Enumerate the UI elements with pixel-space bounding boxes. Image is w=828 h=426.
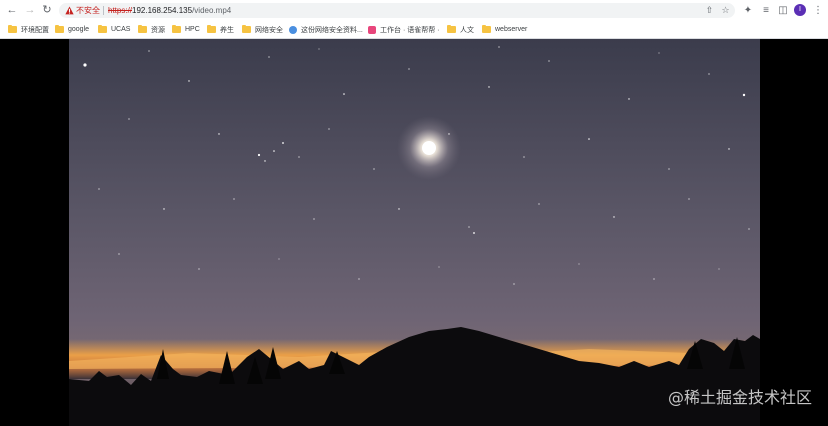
- bookmark-item[interactable]: 这份网络安全资料...: [289, 24, 363, 35]
- profile-avatar[interactable]: I: [794, 4, 806, 16]
- video-player[interactable]: [69, 39, 760, 426]
- bookmark-label: 环境配置: [21, 26, 49, 34]
- globe-icon: [289, 25, 297, 34]
- media-controls-icon[interactable]: ≡: [760, 4, 772, 16]
- bookmark-label: 养生: [220, 26, 234, 34]
- reload-icon[interactable]: ↻: [41, 4, 53, 16]
- folder-icon: [242, 25, 251, 33]
- url-path: /video.mp4: [192, 6, 232, 15]
- extensions-puzzle-icon[interactable]: ✦: [742, 4, 754, 16]
- bookmark-label: 网络安全: [255, 26, 283, 34]
- moon: [422, 141, 436, 155]
- bookmark-label: 人文: [460, 26, 474, 34]
- bookmark-item[interactable]: 人文: [447, 24, 474, 35]
- night-sky-video-frame: [69, 39, 760, 426]
- bookmark-item[interactable]: UCAS: [98, 24, 130, 35]
- url-scheme: https://: [108, 6, 133, 15]
- browser-toolbar: ← → ↻ 不安全 https://192.168.254.135/video.…: [0, 0, 828, 22]
- bookmark-item[interactable]: 网络安全: [242, 24, 283, 35]
- warning-triangle-icon[interactable]: [65, 6, 74, 15]
- bookmark-label: 工作台 · 语雀帮帮 ·: [380, 26, 440, 34]
- omnibox-divider: [103, 6, 104, 15]
- folder-icon: [138, 25, 147, 33]
- folder-icon: [172, 25, 181, 33]
- not-secure-label[interactable]: 不安全: [76, 3, 100, 18]
- address-bar[interactable]: 不安全 https://192.168.254.135/video.mp4 ⇧ …: [59, 3, 735, 18]
- folder-icon: [207, 25, 216, 33]
- bookmark-star-icon[interactable]: ☆: [720, 5, 731, 16]
- bookmark-label: HPC: [185, 26, 200, 33]
- url-text[interactable]: https://192.168.254.135/video.mp4: [108, 3, 231, 18]
- bookmark-label: 这份网络安全资料...: [301, 26, 363, 34]
- app-icon: [368, 25, 376, 34]
- bookmark-label: webserver: [495, 26, 528, 33]
- menu-kebab-icon[interactable]: ⋮: [812, 4, 824, 16]
- video-viewport: @稀土掘金技术社区: [0, 39, 828, 426]
- watermark-text: @稀土掘金技术社区: [667, 388, 812, 407]
- share-icon[interactable]: ⇧: [704, 5, 715, 16]
- bookmark-item[interactable]: 养生: [207, 24, 234, 35]
- bookmark-item[interactable]: webserver: [482, 24, 527, 35]
- url-host: 192.168.254.135: [132, 6, 193, 15]
- bookmarks-bar: 环境配置 google UCAS 资源 HPC 养生 网络安全 这份网络安全资料…: [0, 21, 828, 39]
- bookmark-item[interactable]: google: [55, 24, 89, 35]
- bookmark-item[interactable]: 环境配置: [8, 24, 49, 35]
- bookmark-item[interactable]: 资源: [138, 24, 165, 35]
- bookmark-label: google: [68, 26, 90, 33]
- folder-icon: [447, 25, 456, 33]
- bookmark-label: 资源: [151, 26, 165, 34]
- forward-arrow-icon[interactable]: →: [24, 4, 36, 16]
- folder-icon: [8, 25, 17, 33]
- folder-icon: [55, 25, 64, 33]
- bookmark-label: UCAS: [111, 26, 131, 33]
- bookmark-item[interactable]: HPC: [172, 24, 200, 35]
- folder-icon: [482, 25, 491, 33]
- folder-icon: [98, 25, 107, 33]
- bookmark-item[interactable]: 工作台 · 语雀帮帮 ·: [368, 24, 440, 35]
- back-arrow-icon[interactable]: ←: [6, 4, 18, 16]
- side-panel-icon[interactable]: ◫: [777, 4, 789, 16]
